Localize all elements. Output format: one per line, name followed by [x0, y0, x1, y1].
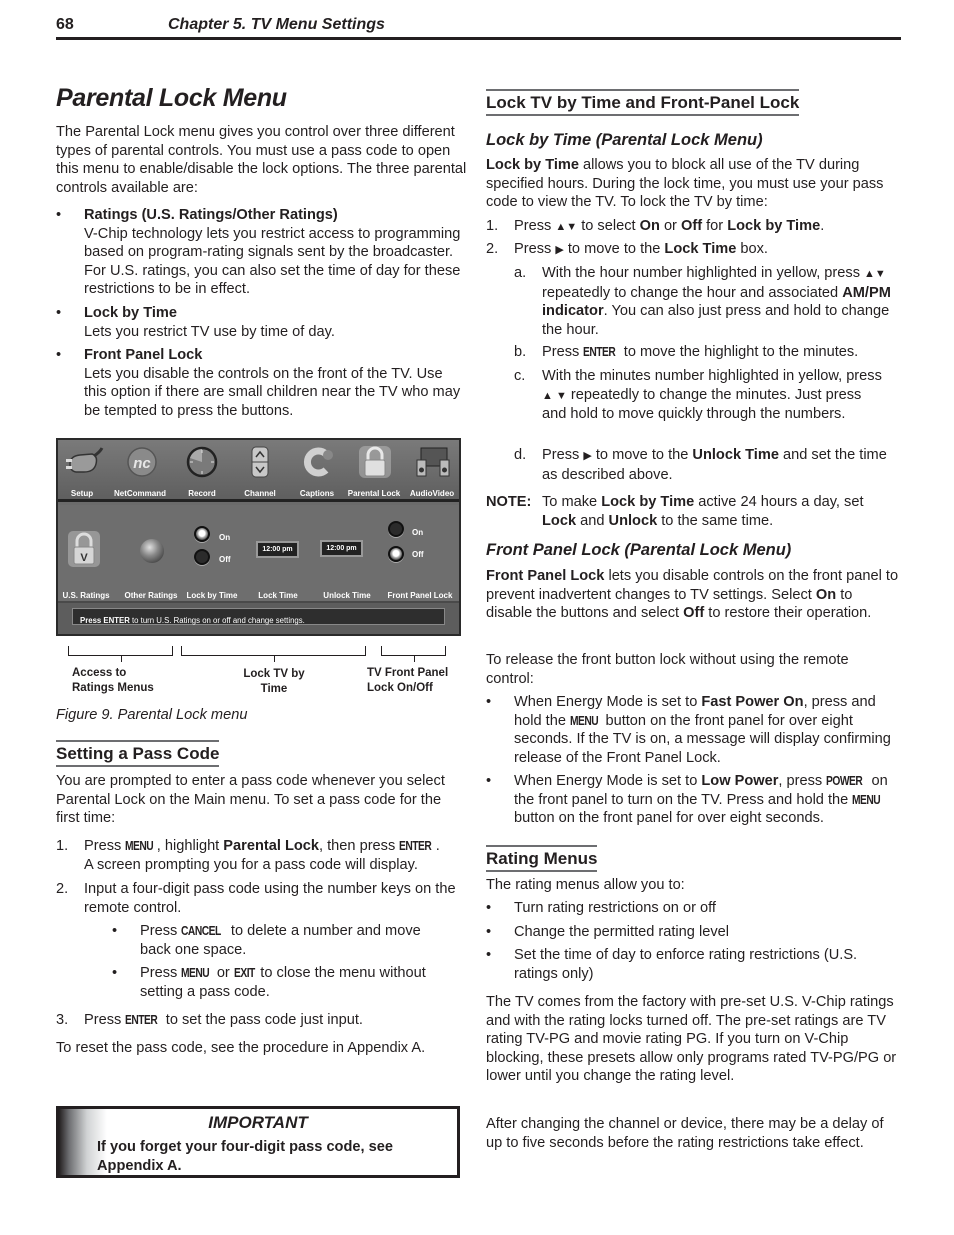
menu-label-parental-lock[interactable]: Parental Lock [348, 485, 400, 504]
power-plug-icon [66, 447, 104, 473]
subheading-lock-by-time: Lock by Time (Parental Lock Menu) [486, 131, 763, 149]
right-arrow-icon: ▶ [555, 244, 564, 256]
important-callout-box: IMPORTANT If you forget your four-digit … [56, 1106, 460, 1178]
menu-label-netcommand[interactable]: NetCommand [114, 485, 166, 504]
lock-by-time-on-label: On [219, 533, 231, 542]
channel-updown-icon [251, 446, 269, 478]
main-menu-bar: Setup nc NetCommand Record Channel Capti… [58, 440, 459, 502]
front-panel-lock-on-label: On [412, 528, 424, 537]
heading-setting-pass-code: Setting a Pass Code [56, 740, 220, 767]
front-panel-intro: Front Panel Lock lets you disable contro… [486, 568, 899, 622]
important-body: If you forget your four-digit pass code,… [97, 1139, 393, 1174]
control-desc: Lets you restrict TV use by time of day. [84, 323, 335, 340]
lock-by-time-intro: Lock by Time allows you to block all use… [486, 157, 884, 211]
menu-label-setup[interactable]: Setup [71, 485, 93, 504]
heading-lock-tv-by-time: Lock TV by Time and Front-Panel Lock [486, 89, 800, 116]
front-panel-lock-off-radio[interactable] [388, 546, 404, 562]
subheading-front-panel-lock: Front Panel Lock (Parental Lock Menu) [486, 541, 792, 559]
rating-presets-paragraph: The TV comes from the factory with pre-s… [486, 994, 897, 1085]
status-message: Press ENTER to turn U.S. Ratings on or o… [72, 608, 445, 625]
callout-bracket-front-panel [381, 646, 446, 662]
lock-by-time-off-label: Off [219, 555, 231, 564]
parental-lock-settings-panel: V On Off 12:00 pm 12:00 pm On Off U.S. R… [58, 505, 459, 601]
clock-dial-icon [186, 446, 218, 478]
lock-by-time-off-radio[interactable] [194, 549, 210, 565]
section-title: Parental Lock Menu [56, 84, 287, 112]
front-panel-lock-on-radio[interactable] [388, 521, 404, 537]
page-header: 68 Chapter 5. TV Menu Settings [56, 16, 901, 40]
control-name: Lock by Time [84, 305, 177, 321]
control-desc: V-Chip technology lets you restrict acce… [84, 225, 461, 298]
menu-label-audiovideo[interactable]: AudioVideo [410, 485, 454, 504]
other-ratings-button[interactable] [140, 539, 164, 563]
menu-label-captions[interactable]: Captions [300, 485, 334, 504]
netcommand-logo-icon: nc [127, 447, 157, 477]
svg-text:V: V [80, 552, 88, 564]
control-desc: Lets you disable the controls on the fro… [84, 365, 461, 419]
important-title: IMPORTANT [208, 1113, 308, 1132]
control-name: Front Panel Lock [84, 347, 203, 363]
captions-c-icon [304, 447, 333, 477]
front-panel-lock-off-label: Off [412, 550, 424, 559]
page-number: 68 [56, 16, 74, 33]
menu-label-channel[interactable]: Channel [244, 485, 276, 504]
unlock-time-field[interactable]: 12:00 pm [320, 540, 363, 557]
front-panel-release: To release the front button lock without… [486, 652, 849, 687]
callout-bracket-ratings [68, 646, 173, 662]
callout-label-front-panel: TV Front Panel Lock On/Off [367, 667, 449, 694]
v-chip-lock-icon[interactable]: V [68, 531, 100, 567]
callout-label-ratings: Access to Ratings Menus [72, 667, 154, 694]
padlock-icon [359, 446, 391, 478]
menu-label-record[interactable]: Record [188, 485, 216, 504]
speakers-icon [416, 447, 450, 477]
note-label: NOTE: [486, 494, 532, 510]
control-name: Ratings (U.S. Ratings/Other Ratings) [84, 207, 338, 223]
rating-delay-paragraph: After changing the channel or device, th… [486, 1116, 884, 1151]
chapter-title: Chapter 5. TV Menu Settings [168, 16, 385, 33]
heading-rating-menus: Rating Menus [486, 845, 598, 872]
up-down-arrows-icon: ▲▼ [555, 221, 578, 233]
svg-text:nc: nc [133, 455, 151, 472]
status-bar: Press ENTER to turn U.S. Ratings on or o… [58, 601, 459, 634]
lock-by-time-on-radio[interactable] [194, 526, 210, 542]
figure-caption: Figure 9. Parental Lock menu [56, 707, 248, 723]
pass-code-intro: You are prompted to enter a pass code wh… [56, 773, 445, 827]
intro-paragraph: The Parental Lock menu gives you control… [56, 124, 467, 196]
parental-lock-menu-figure: Setup nc NetCommand Record Channel Capti… [56, 438, 461, 636]
reset-pass-code-note: To reset the pass code, see the procedur… [56, 1040, 426, 1056]
lock-time-field[interactable]: 12:00 pm [256, 541, 299, 558]
rating-menus-intro: The rating menus allow you to: [486, 877, 685, 893]
callout-label-lock-time: Lock TV by Time [243, 668, 305, 695]
callout-bracket-lock-time [181, 646, 366, 662]
